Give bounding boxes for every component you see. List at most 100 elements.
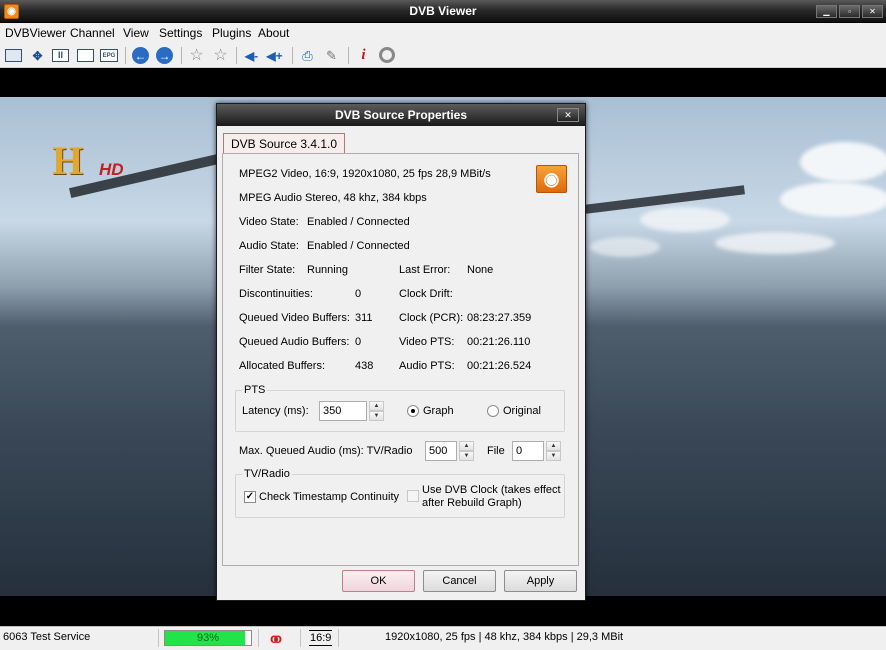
discontinuities-value: 0 [355,288,362,300]
favorite-add-icon[interactable]: ☆ [212,47,229,64]
forward-icon[interactable]: → [156,47,173,64]
osd-icon[interactable] [77,49,94,62]
video-pts-label: Video PTS: [399,336,455,348]
menu-dvbviewer[interactable]: DVBViewer [5,26,66,40]
tab-panel: ◉ MPEG2 Video, 16:9, 1920x1080, 25 fps 2… [222,153,579,566]
pts-group-title: PTS [242,384,268,396]
dialog-title[interactable]: DVB Source Properties [217,104,585,126]
tab-dvb-source[interactable]: DVB Source 3.4.1.0 [223,133,346,154]
latency-label: Latency (ms): [242,405,309,417]
toolbar-separator [292,47,293,64]
dialog-close-button[interactable]: ✕ [557,108,579,122]
cloud [780,182,886,217]
aircraft-wing [69,150,237,198]
channel-logo-hd: HD [99,160,124,179]
signal-strength-bar: 93% [164,630,252,646]
toolbar-separator [236,47,237,64]
rss-icon: ◉ [536,165,567,193]
use-dvb-clock-label-2[interactable]: after Rebuild Graph) [422,497,522,509]
graph-radio-label[interactable]: Graph [423,405,454,417]
recorder-icon[interactable]: ⎙ [299,47,316,64]
menu-about[interactable]: About [258,26,289,40]
menu-channel[interactable]: Channel [70,26,115,40]
cloud [800,142,886,182]
file-input[interactable]: 0 [512,441,544,461]
tvradio-group: TV/Radio ✓ Check Timestamp Continuity Us… [235,468,565,518]
favorite-icon[interactable]: ☆ [188,47,205,64]
spin-down-icon[interactable]: ▼ [546,451,561,461]
volume-up-icon[interactable]: ◀+ [266,47,283,64]
maximize-button[interactable]: ▫ [839,5,860,18]
pts-group: PTS Latency (ms): 350 ▲ ▼ Graph Original [235,384,565,432]
graph-radio[interactable] [407,405,419,417]
dvbviewer-window: ◉ DVB Viewer ▁ ▫ ✕ DVBViewer Channel Vie… [0,0,886,650]
spin-down-icon[interactable]: ▼ [459,451,474,461]
epg-icon[interactable]: EPG [100,49,118,62]
dvb-source-properties-dialog: DVB Source Properties ✕ DVB Source 3.4.1… [216,103,586,601]
close-icon: ✕ [869,7,876,16]
use-dvb-clock-label[interactable]: Use DVB Clock (takes effect [422,484,561,496]
menu-settings[interactable]: Settings [159,26,202,40]
queued-video-label: Queued Video Buffers: [239,312,350,324]
video-info: MPEG2 Video, 16:9, 1920x1080, 25 fps 28,… [239,168,491,180]
clock-pcr-label: Clock (PCR): [399,312,464,324]
apply-button[interactable]: Apply [504,570,577,592]
max-queued-tv-spinner[interactable]: ▲ ▼ [459,441,474,461]
discontinuities-label: Discontinuities: [239,288,313,300]
toolbar-separator [348,47,349,64]
spin-up-icon[interactable]: ▲ [459,441,474,451]
fullscreen-icon[interactable]: ✥ [29,47,46,64]
menu-view[interactable]: View [123,26,149,40]
check-timestamp-label[interactable]: Check Timestamp Continuity [259,491,399,503]
spin-down-icon[interactable]: ▼ [369,411,384,421]
audio-info: MPEG Audio Stereo, 48 khz, 384 kbps [239,192,427,204]
ok-button[interactable]: OK [342,570,415,592]
video-state-value: Enabled / Connected [307,216,410,228]
filter-state-label: Filter State: [239,264,296,276]
audio-pts-value: 00:21:26.524 [467,360,532,372]
original-radio-label[interactable]: Original [503,405,541,417]
allocated-buffers-value: 438 [355,360,374,372]
toolbar: ✥ II EPG ← → ☆ ☆ ◀- ◀+ ⎙ ✎ i [0,43,886,68]
spin-up-icon[interactable]: ▲ [369,401,384,411]
allocated-buffers-label: Allocated Buffers: [239,360,326,372]
menu-plugins[interactable]: Plugins [212,26,251,40]
back-icon[interactable]: ← [132,47,149,64]
clock-drift-label: Clock Drift: [399,288,453,300]
minimize-icon: ▁ [823,7,830,16]
info-icon[interactable]: i [355,47,372,64]
tvradio-group-title: TV/Radio [242,468,292,480]
file-spinner[interactable]: ▲ ▼ [546,441,561,461]
status-separator [158,629,159,647]
latency-spinner[interactable]: ▲ ▼ [369,401,384,421]
maximize-icon: ▫ [848,7,851,16]
menu-bar: DVBViewer Channel View Settings Plugins … [0,23,886,43]
latency-input[interactable]: 350 [319,401,367,421]
spin-up-icon[interactable]: ▲ [546,441,561,451]
original-radio[interactable] [487,405,499,417]
aspect-ratio[interactable]: 16:9 [309,630,333,646]
max-queued-tv-input[interactable]: 500 [425,441,457,461]
volume-down-icon[interactable]: ◀- [243,47,260,64]
video-pts-value: 00:21:26.110 [467,336,531,348]
teletext-icon[interactable]: II [52,49,69,62]
title-bar[interactable]: ◉ DVB Viewer ▁ ▫ ✕ [0,0,886,23]
audio-state-label: Audio State: [239,240,299,252]
record-status-icon[interactable] [379,47,395,63]
check-timestamp-checkbox[interactable]: ✓ [244,491,256,503]
record-icon[interactable]: oo [270,631,292,645]
status-bar: 6063 Test Service 93% oo 16:9 1920x1080,… [0,626,886,650]
cancel-button[interactable]: Cancel [423,570,496,592]
screen-mode-icon[interactable] [5,49,22,62]
clock-pcr-value: 08:23:27.359 [467,312,532,324]
tools-icon[interactable]: ✎ [323,47,340,64]
status-channel: 6063 Test Service [3,631,91,643]
window-title: DVB Viewer [409,4,477,18]
close-button[interactable]: ✕ [862,5,883,18]
status-separator [258,629,259,647]
last-error-value: None [467,264,494,276]
cloud [590,237,660,257]
queued-audio-label: Queued Audio Buffers: [239,336,350,348]
use-dvb-clock-checkbox[interactable] [407,490,419,502]
minimize-button[interactable]: ▁ [816,5,837,18]
